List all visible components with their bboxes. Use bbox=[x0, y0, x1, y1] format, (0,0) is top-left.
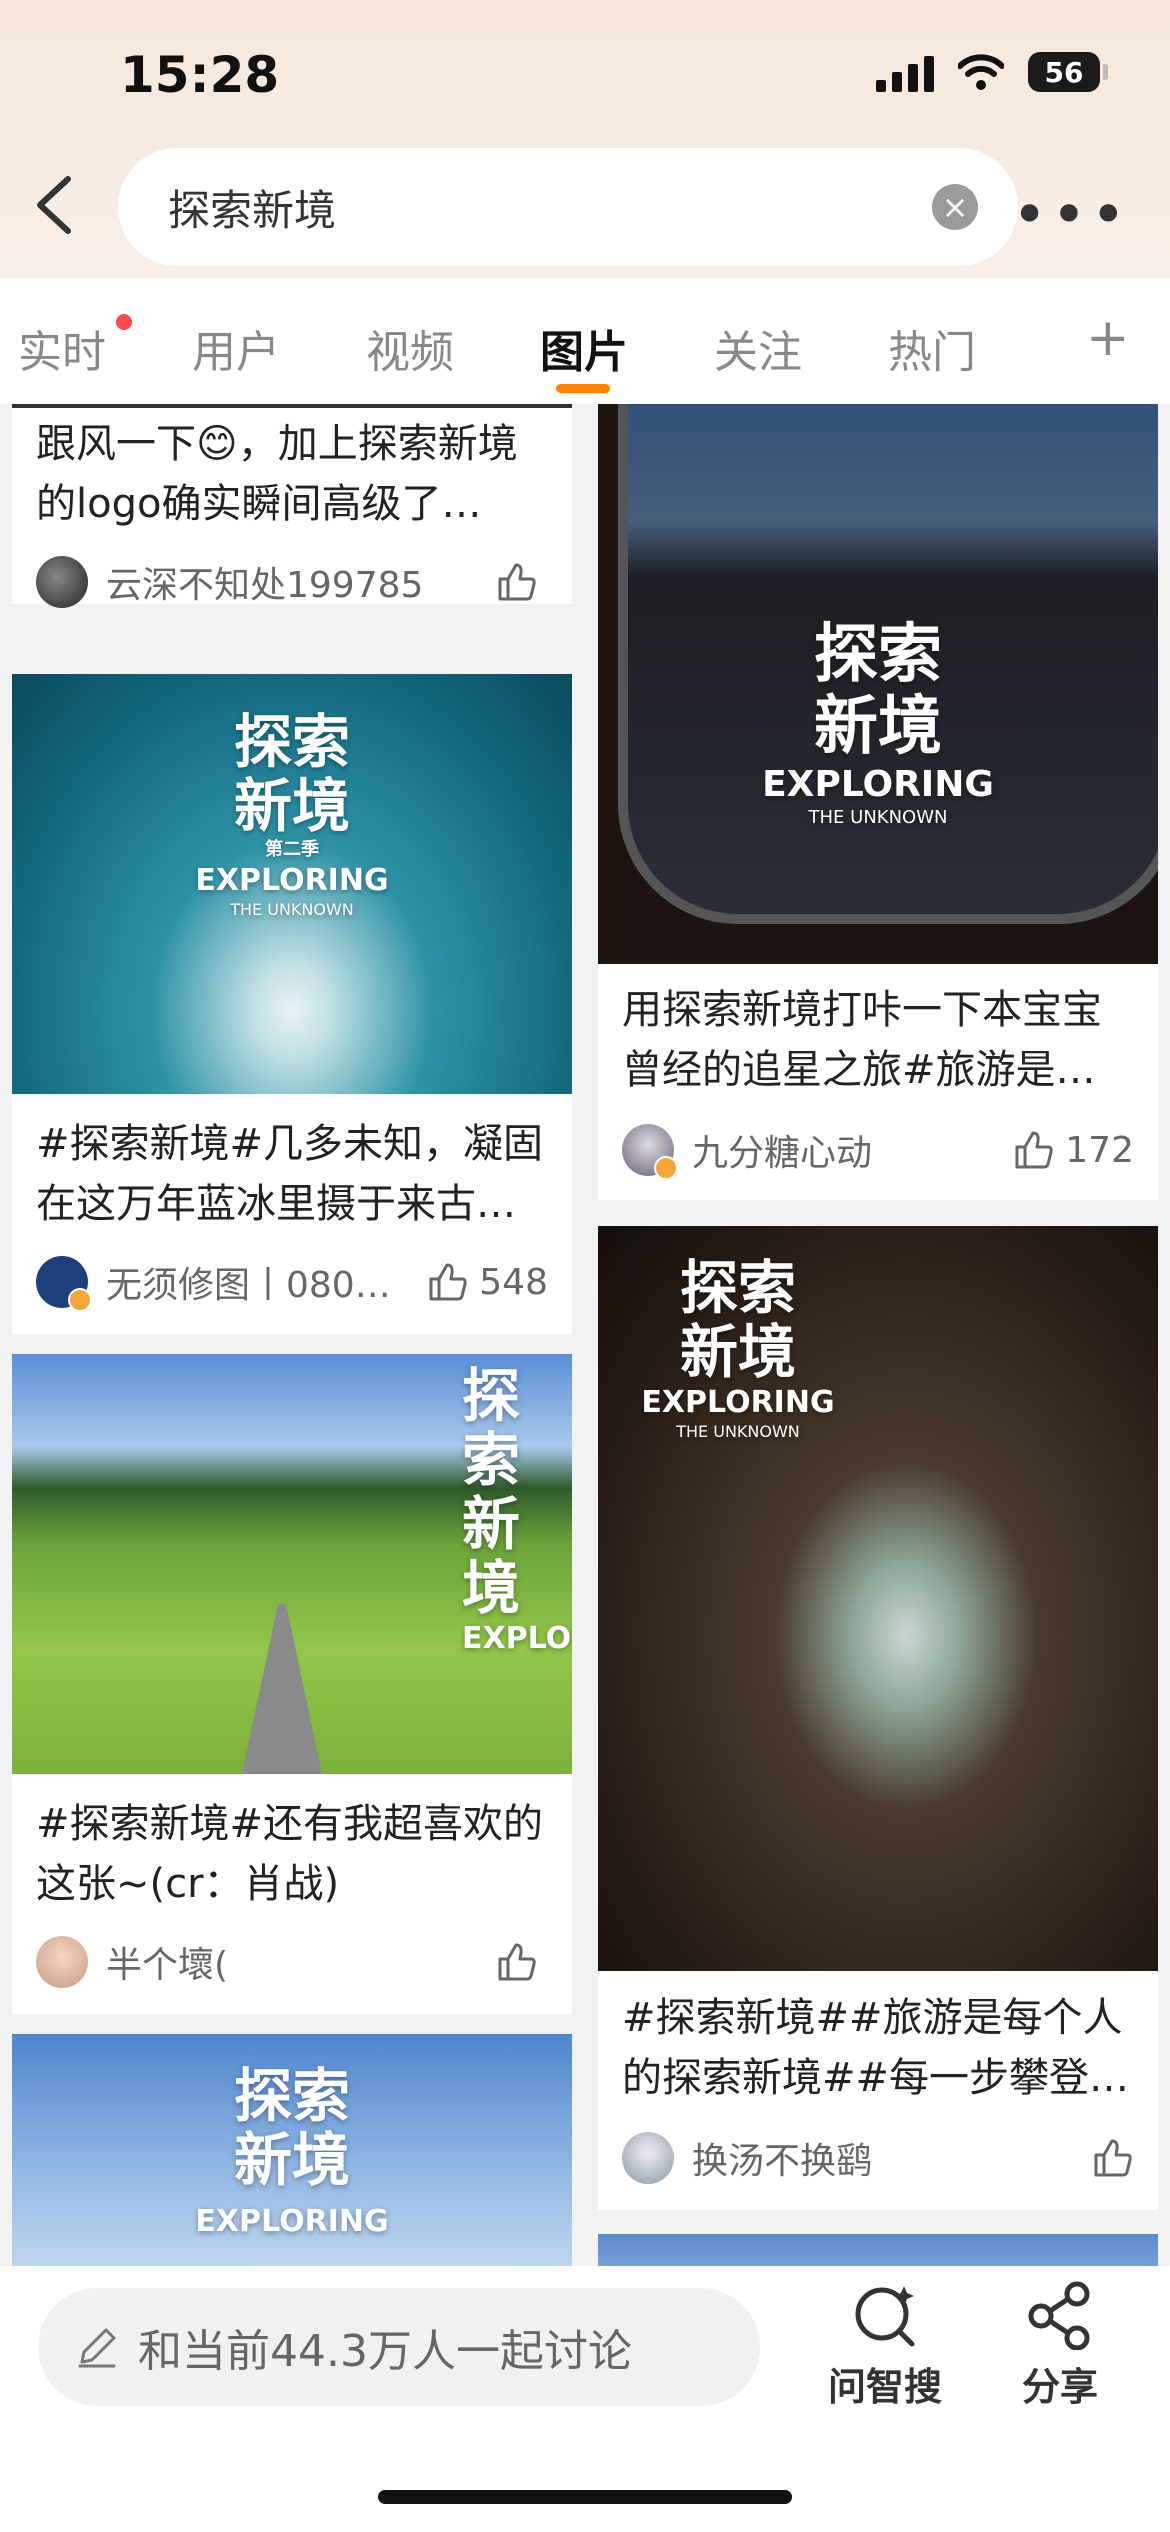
card-meta: 云深不知处199785 bbox=[36, 552, 548, 612]
wifi-icon bbox=[958, 54, 1004, 90]
search-input[interactable]: 探索新境 bbox=[168, 177, 932, 238]
share-icon bbox=[1028, 2281, 1090, 2350]
thumbs-up-icon bbox=[498, 1943, 536, 1981]
author-name[interactable]: 换汤不换鹞 bbox=[692, 2132, 1092, 2184]
feed-card[interactable]: 探索 新境 EXPLORING THE UNKNOWN 用探索新境打咔一下本宝宝曾… bbox=[598, 404, 1158, 1200]
author-name[interactable]: 云深不知处199785 bbox=[106, 556, 496, 608]
poster-title: 探索新境 EXPLORING bbox=[195, 2062, 389, 2239]
feed-card[interactable]: 跟风一下😊，加上探索新境的logo确实瞬间高级了… 云深不知处199785 bbox=[12, 404, 572, 608]
back-arrow-icon[interactable] bbox=[30, 175, 80, 235]
tab-bar: 实时 用户 视频 图片 关注 热门 + bbox=[0, 278, 1170, 404]
card-text[interactable]: 跟风一下😊，加上探索新境的logo确实瞬间高级了… bbox=[36, 414, 548, 534]
more-icon[interactable]: ••• bbox=[1012, 180, 1130, 250]
verified-badge-icon bbox=[654, 1156, 678, 1180]
avatar[interactable] bbox=[36, 1936, 88, 1988]
bottom-bar: 和当前44.3万人一起讨论 问智搜 分享 bbox=[0, 2266, 1170, 2532]
card-image[interactable] bbox=[598, 2234, 1158, 2266]
feed-card[interactable]: 探索 新境 EXPLORING THE UNKNOWN #探索新境##旅游是每个人… bbox=[598, 1226, 1158, 2210]
like-button[interactable] bbox=[1092, 2137, 1134, 2179]
card-meta: 半个壞( bbox=[36, 1932, 548, 1992]
like-button[interactable] bbox=[496, 561, 548, 603]
feed-card[interactable]: 探索 新境 EXPLORING bbox=[12, 2034, 572, 2266]
avatar[interactable] bbox=[622, 1124, 678, 1180]
poster-title: 探索 新境 EXPLORING THE UNKNOWN bbox=[762, 618, 994, 828]
author-name[interactable]: 无须修图丨080… bbox=[106, 1256, 427, 1308]
thumbs-up-icon bbox=[1015, 1131, 1053, 1169]
home-indicator[interactable] bbox=[378, 2490, 792, 2504]
unread-dot bbox=[116, 314, 132, 330]
card-text[interactable]: #探索新境#几多未知，凝固在这万年蓝冰里摄于来古… bbox=[36, 1114, 548, 1234]
thumbs-up-icon bbox=[429, 1263, 467, 1301]
like-button[interactable]: 172 bbox=[1013, 1129, 1134, 1171]
add-tab-button[interactable]: + bbox=[1086, 308, 1130, 368]
author-name[interactable]: 半个壞( bbox=[106, 1936, 496, 1988]
battery-icon: 56 bbox=[1028, 52, 1108, 92]
card-meta: 换汤不换鹞 bbox=[622, 2128, 1134, 2188]
tab-videos[interactable]: 视频 bbox=[366, 316, 454, 380]
discuss-input[interactable]: 和当前44.3万人一起讨论 bbox=[38, 2288, 760, 2406]
card-text[interactable]: #探索新境#还有我超喜欢的这张~(cr：肖战) bbox=[36, 1794, 548, 1914]
like-count: 548 bbox=[479, 1261, 548, 1303]
card-image[interactable]: 探索新境 EXPLORING bbox=[12, 1354, 572, 1774]
tab-users[interactable]: 用户 bbox=[192, 316, 280, 380]
ask-button[interactable]: 问智搜 bbox=[828, 2280, 942, 2411]
like-button[interactable] bbox=[496, 1941, 548, 1983]
status-time: 15:28 bbox=[120, 46, 280, 104]
card-image[interactable] bbox=[12, 404, 572, 408]
share-button[interactable]: 分享 bbox=[1022, 2280, 1098, 2411]
card-meta: 无须修图丨080… 548 bbox=[36, 1252, 548, 1312]
thumbs-up-icon bbox=[1094, 2139, 1132, 2177]
image-feed: 跟风一下😊，加上探索新境的logo确实瞬间高级了… 云深不知处199785 探索… bbox=[0, 404, 1170, 2266]
discuss-placeholder: 和当前44.3万人一起讨论 bbox=[138, 2326, 632, 2377]
poster-title: 探索 新境 EXPLORING THE UNKNOWN bbox=[641, 1254, 835, 1441]
feed-card[interactable]: 探索新境 EXPLORING #探索新境#还有我超喜欢的这张~(cr：肖战) 半… bbox=[12, 1354, 572, 2014]
ai-search-icon bbox=[855, 2286, 915, 2347]
share-label: 分享 bbox=[1022, 2365, 1099, 2409]
tab-following[interactable]: 关注 bbox=[714, 316, 802, 380]
ask-label: 问智搜 bbox=[828, 2365, 943, 2409]
tab-images[interactable]: 图片 bbox=[540, 316, 628, 380]
card-meta: 九分糖心动 172 bbox=[622, 1120, 1134, 1180]
card-text[interactable]: 用探索新境打咔一下本宝宝曾经的追星之旅#旅游是… bbox=[622, 980, 1134, 1100]
poster-title: 探索 新境 第二季 EXPLORING THE UNKNOWN bbox=[195, 708, 389, 919]
road bbox=[242, 1604, 322, 1774]
feed-card[interactable] bbox=[598, 2234, 1158, 2266]
search-box[interactable]: 探索新境 × bbox=[118, 148, 1018, 266]
card-image[interactable]: 探索 新境 EXPLORING THE UNKNOWN bbox=[598, 1226, 1158, 1971]
tab-realtime[interactable]: 实时 bbox=[18, 316, 106, 380]
verified-badge-icon bbox=[68, 1288, 92, 1312]
avatar[interactable] bbox=[36, 556, 88, 608]
card-text[interactable]: #探索新境##旅游是每个人的探索新境##每一步攀登… bbox=[622, 1988, 1134, 2108]
status-icons: 56 bbox=[876, 52, 1108, 92]
author-name[interactable]: 九分糖心动 bbox=[692, 1124, 1013, 1176]
poster-title: 探索新境 EXPLORING bbox=[462, 1362, 572, 1656]
cellular-signal-icon bbox=[876, 52, 934, 92]
feed-card[interactable]: 探索 新境 第二季 EXPLORING THE UNKNOWN #探索新境#几多未… bbox=[12, 674, 572, 1334]
avatar[interactable] bbox=[622, 2132, 674, 2184]
thumbs-up-icon bbox=[498, 563, 536, 601]
card-image[interactable]: 探索 新境 EXPLORING THE UNKNOWN bbox=[598, 404, 1158, 964]
tab-hot[interactable]: 热门 bbox=[888, 316, 976, 380]
clear-icon[interactable]: × bbox=[932, 184, 978, 230]
avatar[interactable] bbox=[36, 1256, 92, 1312]
like-count: 172 bbox=[1065, 1129, 1134, 1171]
like-button[interactable]: 548 bbox=[427, 1261, 548, 1303]
card-image[interactable]: 探索新境 EXPLORING bbox=[12, 2034, 572, 2266]
pencil-icon bbox=[78, 2328, 116, 2368]
card-image[interactable]: 探索 新境 第二季 EXPLORING THE UNKNOWN bbox=[12, 674, 572, 1094]
active-tab-indicator bbox=[556, 384, 610, 393]
